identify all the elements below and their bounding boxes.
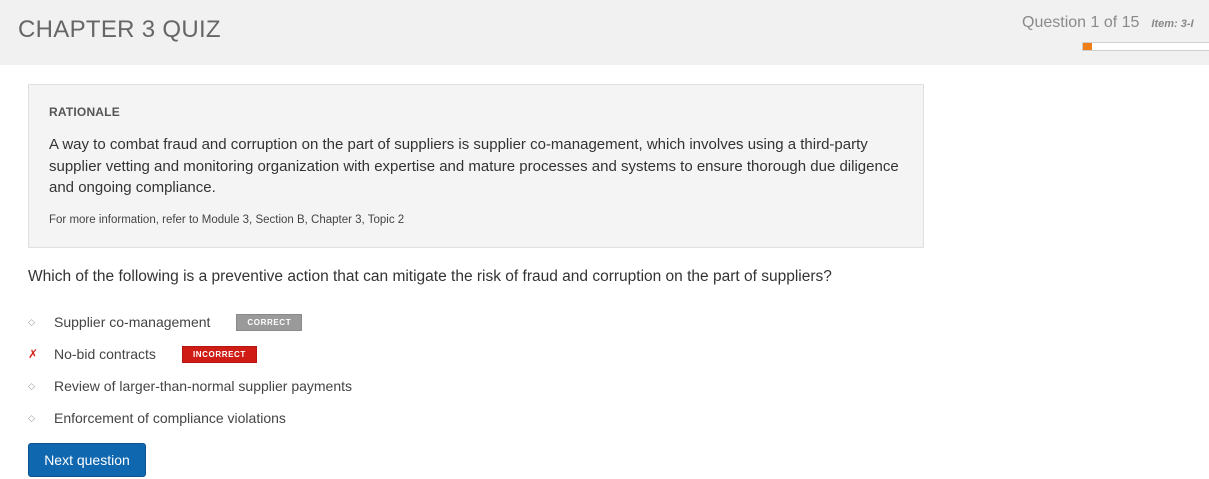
diamond-bullet-icon: ◇ — [28, 380, 35, 391]
progress-info: Question 1 of 15 Item: 3-I — [1022, 14, 1194, 32]
rationale-reference: For more information, refer to Module 3,… — [49, 214, 405, 226]
x-mark-icon: ✗ — [28, 347, 39, 361]
next-question-button[interactable]: Next question — [28, 443, 146, 477]
question-counter: Question 1 of 15 — [1022, 14, 1140, 31]
answer-text: Review of larger-than-normal supplier pa… — [54, 378, 353, 394]
incorrect-badge: INCORRECT — [181, 345, 257, 363]
answer-list: ◇ Supplier co-management CORRECT ✗ No-bi… — [28, 306, 352, 434]
progress-fill — [1083, 43, 1093, 50]
rationale-heading: RATIONALE — [49, 105, 120, 119]
answer-text: Supplier co-management — [54, 314, 211, 330]
answer-option: ◇ Supplier co-management CORRECT — [28, 306, 352, 338]
question-text: Which of the following is a preventive a… — [28, 268, 832, 285]
progress-bar — [1082, 42, 1209, 51]
answer-text: No-bid contracts — [54, 346, 156, 362]
diamond-bullet-icon: ◇ — [28, 412, 35, 423]
rationale-body: A way to combat fraud and corruption on … — [49, 136, 899, 196]
diamond-bullet-icon: ◇ — [28, 316, 35, 327]
quiz-header: CHAPTER 3 QUIZ Question 1 of 15 Item: 3-I — [0, 0, 1209, 65]
correct-badge: CORRECT — [236, 313, 303, 331]
answer-text: Enforcement of compliance violations — [54, 410, 286, 426]
item-id: Item: 3-I — [1151, 18, 1194, 30]
answer-option: ◇ Enforcement of compliance violations — [28, 402, 352, 434]
answer-option: ✗ No-bid contracts INCORRECT — [28, 338, 352, 370]
rationale-panel: RATIONALE A way to combat fraud and corr… — [28, 84, 924, 248]
answer-option: ◇ Review of larger-than-normal supplier … — [28, 370, 352, 402]
quiz-title: CHAPTER 3 QUIZ — [18, 16, 221, 43]
